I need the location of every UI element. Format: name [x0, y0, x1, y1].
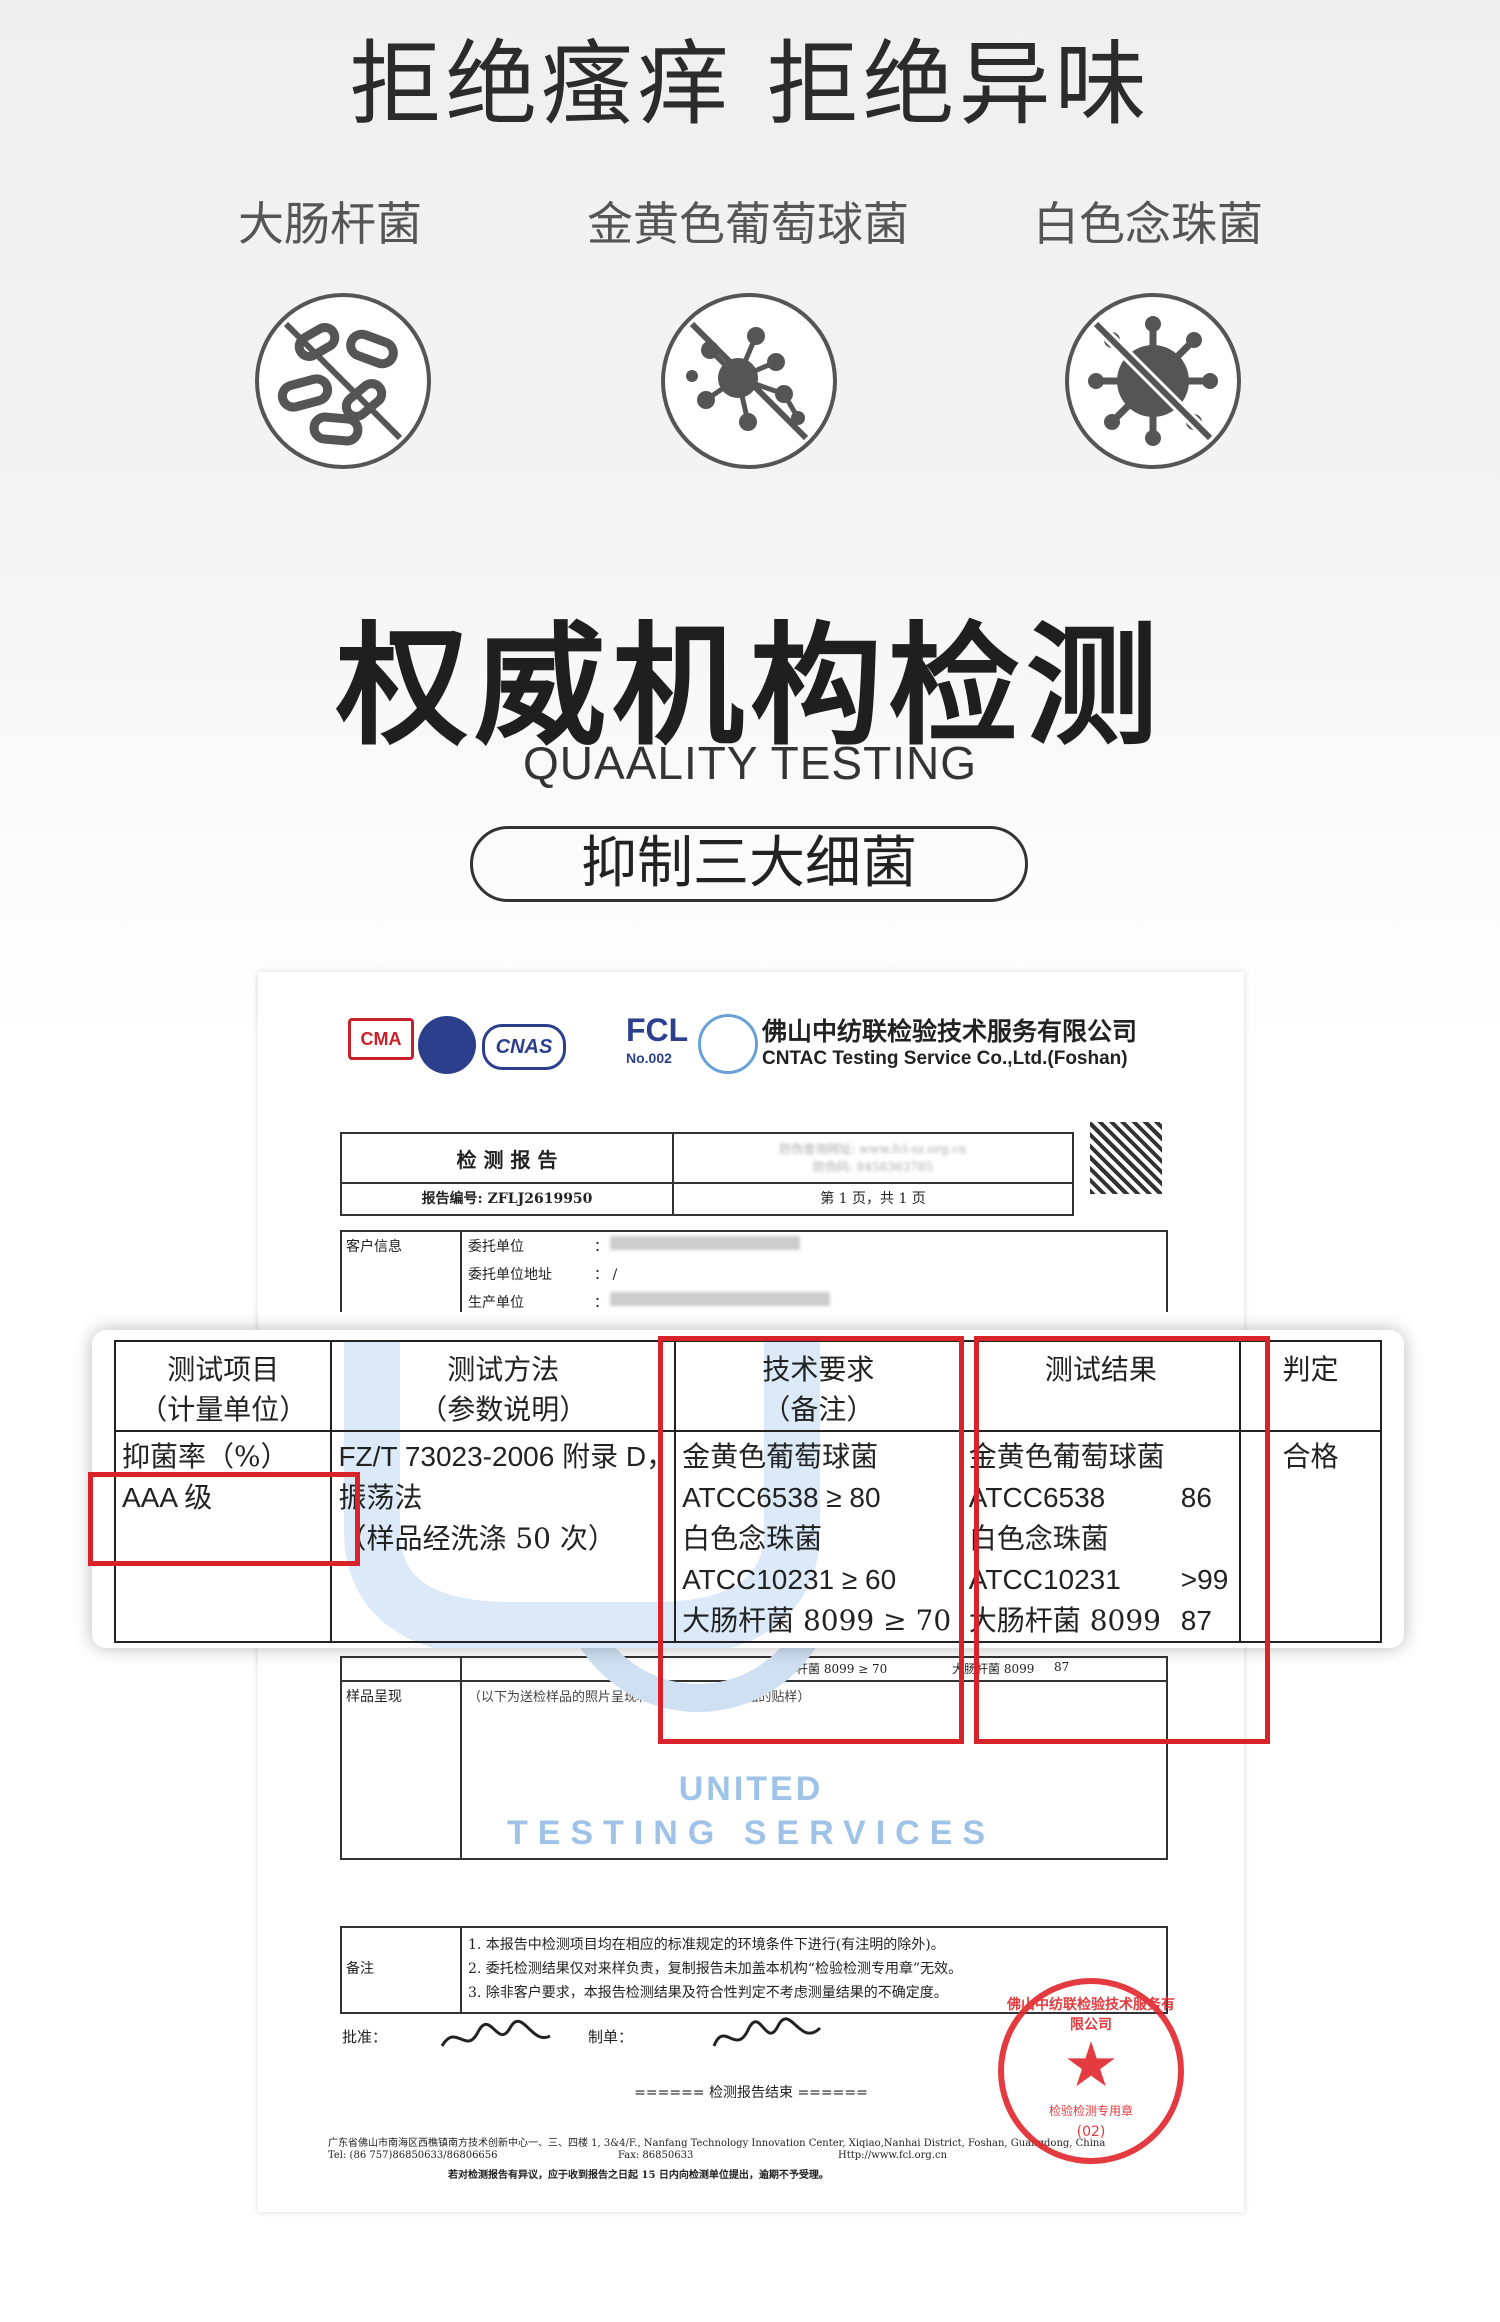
header-test-method-note: （参数说明） — [419, 1393, 588, 1426]
stamp-star-icon: ★ — [1063, 2028, 1119, 2101]
client-value-2: ： / — [594, 1267, 618, 1283]
report-header-box: 检 测 报 告 报告编号: ZFLJ2619950 防伪查询网址: www.fc… — [340, 1132, 1074, 1216]
fcl-number: No.002 — [626, 1050, 672, 1066]
remark-2: 2. 委托检测结果仅对来样负责，复制报告未加盖本机构“检验检测专用章”无效。 — [468, 1961, 963, 1977]
redacted-producer — [610, 1292, 830, 1306]
page-info: 第 1 页，共 1 页 — [820, 1191, 926, 1207]
rod-bacteria-crossed-icon — [255, 293, 431, 469]
cnas-logo: CNAS — [482, 1024, 566, 1070]
remark-1: 1. 本报告中检测项目均在相应的标准规定的环境条件下进行(有注明的除外)。 — [468, 1937, 945, 1953]
uts-logo — [698, 1014, 758, 1074]
client-value-3: ： — [594, 1295, 608, 1311]
stamp-number: (02) — [1076, 2124, 1106, 2140]
method-washing: （样品经洗涤 50 次） — [338, 1522, 616, 1555]
subheading: QUAALITY TESTING — [523, 737, 977, 789]
approver-signature — [440, 2019, 551, 2047]
bacteria-label-2: 金黄色葡萄球菌 — [587, 197, 909, 251]
client-info-label: 客户信息 — [346, 1239, 402, 1255]
report-number: 报告编号: ZFLJ2619950 — [421, 1191, 593, 1207]
fcl-logo: FCL — [626, 1012, 689, 1048]
header-test-item-unit: （计量单位） — [139, 1393, 308, 1426]
query-site: 防伪查询网址: www.fcl-sz.org.cn — [779, 1142, 967, 1156]
watermark-united: UNITED — [678, 1770, 824, 1808]
report-title: 检 测 报 告 — [456, 1148, 558, 1172]
header-test-method: 测试方法 （参数说明） — [330, 1340, 677, 1432]
report-tel: Tel: (86 757)86850633/86806656 — [328, 2150, 498, 2161]
watermark-testing-services: TESTING SERVICES — [506, 1814, 996, 1852]
stamp-sub: 检验检测专用章 — [1048, 2104, 1133, 2118]
pill-label: 抑制三大细菌 — [470, 826, 1028, 902]
client-row-2: 委托单位地址 — [468, 1267, 552, 1283]
report-web: Http://www.fcl.org.cn — [838, 2150, 948, 2161]
highlight-grade-box — [88, 1472, 360, 1566]
client-row-3: 生产单位 — [468, 1295, 524, 1311]
company-name-en: CNTAC Testing Service Co.,Ltd.(Foshan) — [762, 1048, 1128, 1069]
client-info-box: 客户信息 委托单位 委托单位地址 生产单位 ： ： / ： — [340, 1230, 1168, 1312]
preparer-signature — [712, 2017, 822, 2047]
highlight-result-box — [974, 1336, 1270, 1744]
query-code: 防伪码: 8458363785 — [812, 1160, 934, 1174]
method-name: 振荡法 — [338, 1481, 423, 1514]
highlight-requirement-box — [658, 1336, 964, 1744]
report-fax: Fax: 86850633 — [618, 2150, 694, 2161]
virus-crossed-icon — [1065, 293, 1241, 469]
client-value-1: ： — [594, 1239, 608, 1255]
header-test-item-title: 测试项目 — [167, 1353, 280, 1386]
qr-code — [1090, 1122, 1162, 1194]
remarks-label: 备注 — [346, 1961, 374, 1977]
test-item-name: 抑菌率（%） — [122, 1440, 289, 1473]
bacteria-label-1: 大肠杆菌 — [238, 197, 422, 251]
company-name-cn: 佛山中纺联检验技术服务有限公司 — [762, 1017, 1138, 1046]
ilac-logo — [418, 1016, 476, 1074]
approve-label: 批准： — [342, 2028, 388, 2046]
make-label: 制单： — [588, 2028, 634, 2046]
bacteria-label-3: 白色念珠菌 — [1033, 197, 1263, 251]
method-standard: FZ/T 73023-2006 附录 D， — [338, 1441, 675, 1472]
header-test-item: 测试项目 （计量单位） — [113, 1340, 333, 1432]
cell-test-method: FZ/T 73023-2006 附录 D， 振荡法 （样品经洗涤 50 次） — [330, 1430, 677, 1643]
top-heading: 拒绝瘙痒 拒绝异味 — [349, 31, 1151, 138]
official-stamp: 佛山中纺联检验技术服务有限公司 ★ 检验检测专用章 (02) — [998, 1978, 1184, 2164]
report-footer-note: 若对检测报告有异议，应于收到报告之日起 15 日内向检测单位提出，逾期不予受理。 — [448, 2170, 829, 2181]
sample-label: 样品呈现 — [346, 1689, 402, 1705]
redacted-client — [610, 1236, 800, 1250]
cma-logo: CMA — [348, 1018, 414, 1060]
remark-3: 3. 除非客户要求，本报告检测结果及符合性判定不考虑测量结果的不确定度。 — [468, 1985, 948, 2001]
client-row-1: 委托单位 — [468, 1239, 524, 1255]
cocci-bacteria-crossed-icon — [661, 293, 837, 469]
header-test-method-title: 测试方法 — [447, 1353, 560, 1386]
